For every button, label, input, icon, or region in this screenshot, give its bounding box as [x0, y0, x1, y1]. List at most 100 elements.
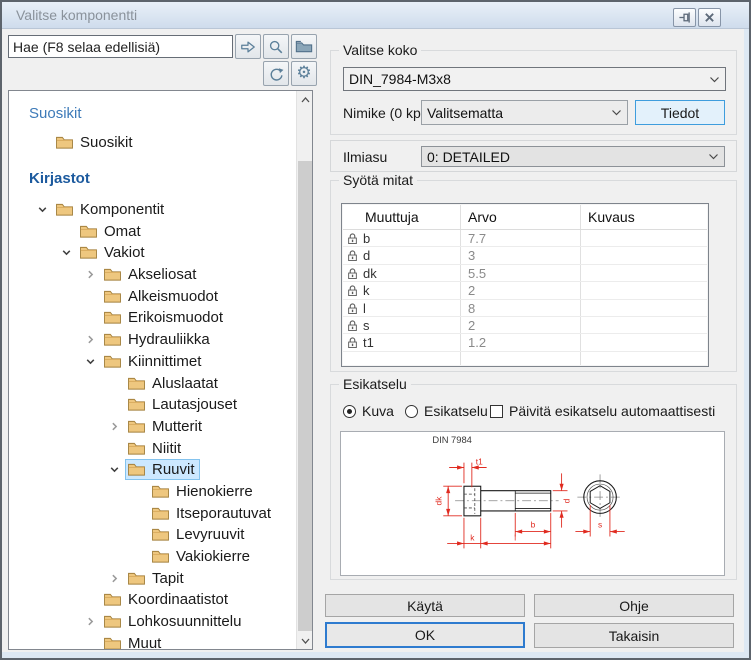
ok-button[interactable]: OK: [325, 622, 525, 648]
help-button[interactable]: Ohje: [534, 594, 734, 617]
auto-update-checkbox[interactable]: [490, 405, 503, 418]
tree-item[interactable]: Aluslaatat: [9, 372, 296, 394]
chevron-right-icon[interactable]: [79, 267, 101, 283]
lock-icon: [347, 302, 358, 315]
preview-image: DIN 7984: [340, 431, 725, 576]
gear-icon: ⚙: [296, 65, 311, 82]
table-row[interactable]: l 8: [343, 300, 707, 317]
search-button[interactable]: [263, 34, 289, 59]
refresh-button[interactable]: [263, 61, 289, 86]
chevron-down-icon[interactable]: [103, 462, 125, 478]
close-button[interactable]: [698, 8, 721, 27]
tree-item[interactable]: Lohkosuunnittelu: [9, 611, 296, 633]
scroll-up-icon[interactable]: [297, 91, 313, 108]
column-header: Muuttuja: [365, 209, 419, 225]
table-row[interactable]: b 7.7: [343, 230, 707, 247]
svg-text:k: k: [470, 532, 475, 542]
tree-item[interactable]: Lautasjouset: [9, 394, 296, 416]
lock-icon: [347, 232, 358, 245]
back-button[interactable]: Takaisin: [534, 623, 734, 648]
preview-options: Kuva Esikatselu Päivitä esikatselu autom…: [343, 403, 726, 421]
lock-icon: [347, 319, 358, 332]
chevron-spacer: [79, 310, 101, 326]
browse-button[interactable]: [291, 34, 317, 59]
tree-item[interactable]: Tapit: [9, 567, 296, 589]
folder-icon: [103, 332, 122, 347]
dimensions-table[interactable]: Muuttuja Arvo Kuvaus b 7.7 d 3 dk 5.5: [341, 203, 709, 367]
svg-text:s: s: [598, 520, 602, 530]
chevron-right-icon[interactable]: [79, 614, 101, 630]
pin-button[interactable]: [673, 8, 696, 27]
folder-icon: [127, 419, 146, 434]
scrollbar-thumb[interactable]: [298, 161, 312, 631]
tree-item[interactable]: Mutterit: [9, 416, 296, 438]
apply-button[interactable]: Käytä: [325, 594, 525, 617]
table-row[interactable]: s 2: [343, 317, 707, 334]
chevron-spacer: [31, 135, 53, 151]
folder-icon: [151, 549, 170, 564]
dimensions-group: Syötä mitat Muuttuja Arvo Kuvaus b 7.7 d…: [330, 180, 737, 372]
table-row[interactable]: d 3: [343, 247, 707, 264]
select-component-dialog: Valitse komponentti: [0, 0, 751, 660]
radio-esikatselu[interactable]: [405, 405, 418, 418]
folder-icon: [103, 310, 122, 325]
ilmiasu-label: Ilmiasu: [343, 149, 387, 165]
dialog-right-edge: [744, 29, 749, 658]
folder-icon: [55, 202, 74, 217]
chevron-right-icon[interactable]: [79, 332, 101, 348]
tree-item-selected[interactable]: Ruuvit: [9, 459, 296, 481]
lock-icon: [347, 284, 358, 297]
folder-icon: [103, 592, 122, 607]
tree-item[interactable]: Komponentit: [9, 199, 296, 221]
tree-item-favorites[interactable]: Suosikit: [9, 132, 296, 154]
chevron-down-icon[interactable]: [79, 353, 101, 369]
tree-item[interactable]: Hienokierre: [9, 481, 296, 503]
tree-item[interactable]: Itseporautuvat: [9, 502, 296, 524]
tree-item[interactable]: Vakiokierre: [9, 546, 296, 568]
table-row[interactable]: dk 5.5: [343, 265, 707, 282]
svg-text:t1: t1: [476, 457, 483, 467]
tree-item[interactable]: Muut: [9, 632, 296, 649]
tree-scrollbar[interactable]: [296, 91, 312, 649]
tree-item[interactable]: Levyruuvit: [9, 524, 296, 546]
chevron-right-icon[interactable]: [103, 570, 125, 586]
tiedot-button[interactable]: Tiedot: [635, 100, 725, 125]
radio-esikatselu-label: Esikatselu: [424, 403, 488, 419]
chevron-down-icon[interactable]: [31, 202, 53, 218]
tree-item[interactable]: Hydrauliikka: [9, 329, 296, 351]
table-row[interactable]: t1 1.2: [343, 334, 707, 351]
chevron-right-icon[interactable]: [103, 418, 125, 434]
tree-item[interactable]: Alkeismuodot: [9, 285, 296, 307]
tree-item[interactable]: Omat: [9, 220, 296, 242]
tree-item[interactable]: Vakiot: [9, 242, 296, 264]
tree-item[interactable]: Erikoismuodot: [9, 307, 296, 329]
scroll-down-icon[interactable]: [297, 632, 313, 649]
folder-icon: [127, 397, 146, 412]
folder-icon: [127, 376, 146, 391]
settings-button[interactable]: ⚙: [291, 61, 317, 86]
tree-item[interactable]: Akseliosat: [9, 264, 296, 286]
search-input[interactable]: [8, 35, 233, 58]
table-row[interactable]: k 2: [343, 282, 707, 299]
nimike-label: Nimike (0 kpl): [343, 105, 429, 121]
chevron-down-icon[interactable]: [55, 245, 77, 261]
nimike-combobox[interactable]: Valitsematta: [421, 100, 628, 125]
folder-icon: [151, 527, 170, 542]
tree-item[interactable]: Koordinaatistot: [9, 589, 296, 611]
folder-icon: [127, 571, 146, 586]
tree-item[interactable]: Niitit: [9, 437, 296, 459]
folder-icon: [55, 135, 74, 150]
libraries-header: Kirjastot: [29, 170, 296, 190]
ilmiasu-combobox[interactable]: 0: DETAILED: [421, 146, 725, 167]
size-combobox[interactable]: DIN_7984-M3x8: [343, 67, 726, 91]
library-tree[interactable]: Suosikit Suosikit Kirjastot Komponentit …: [8, 90, 313, 650]
auto-update-label: Päivitä esikatselu automaattisesti: [509, 403, 715, 419]
close-icon: [704, 12, 715, 23]
radio-kuva[interactable]: [343, 405, 356, 418]
folder-icon: [103, 614, 122, 629]
search-go-button[interactable]: [235, 34, 261, 59]
lock-icon: [347, 267, 358, 280]
titlebar[interactable]: Valitse komponentti: [2, 2, 749, 29]
tree-item[interactable]: Kiinnittimet: [9, 351, 296, 373]
chevron-spacer: [103, 440, 125, 456]
